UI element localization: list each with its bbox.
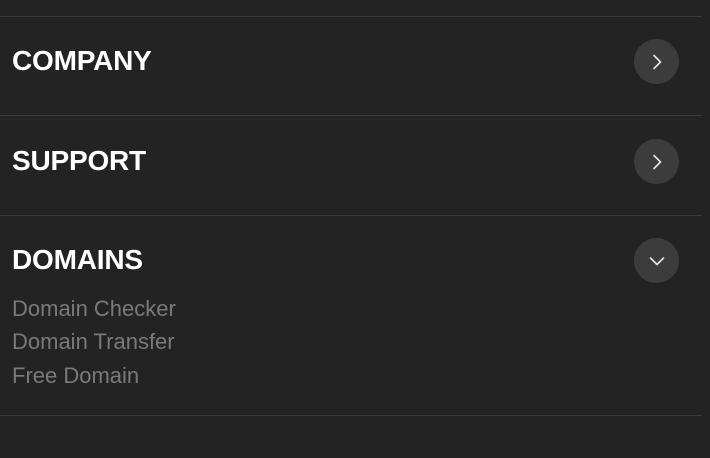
footer-accordion-menu: COMPANY SUPPORT DOMAINS Domain Checker D… xyxy=(0,0,702,458)
section-title-support[interactable]: SUPPORT xyxy=(12,144,146,178)
chevron-down-icon xyxy=(649,256,664,265)
section-title-domains[interactable]: DOMAINS xyxy=(12,243,143,277)
chevron-right-icon xyxy=(652,54,661,69)
company-toggle-button[interactable] xyxy=(634,39,679,84)
divider xyxy=(0,115,702,116)
chevron-right-icon xyxy=(652,154,661,169)
domains-toggle-button[interactable] xyxy=(634,238,679,283)
divider xyxy=(0,16,702,17)
divider xyxy=(0,215,702,216)
domain-transfer-link[interactable]: Domain Transfer xyxy=(12,328,175,356)
section-title-company[interactable]: COMPANY xyxy=(12,44,152,78)
support-toggle-button[interactable] xyxy=(634,139,679,184)
divider xyxy=(0,415,702,416)
domain-checker-link[interactable]: Domain Checker xyxy=(12,295,176,323)
free-domain-link[interactable]: Free Domain xyxy=(12,362,139,390)
